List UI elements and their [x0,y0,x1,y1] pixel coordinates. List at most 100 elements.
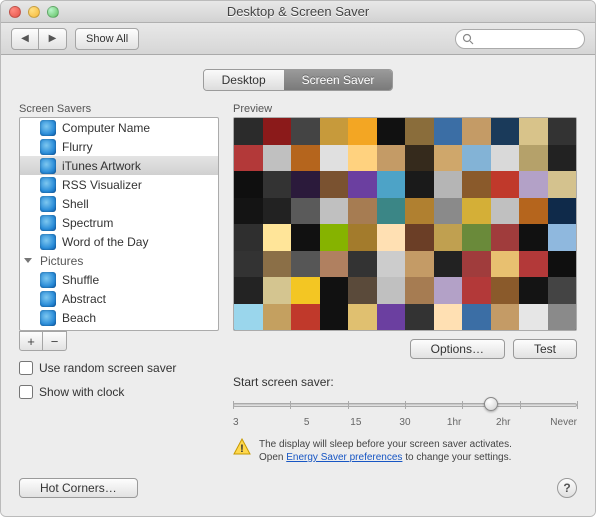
tab-desktop[interactable]: Desktop [204,70,284,90]
album-thumb [434,304,463,331]
album-thumb [548,145,577,172]
album-thumb [234,171,263,198]
list-item[interactable]: Beach [20,308,218,327]
album-thumb [348,304,377,331]
toolbar: ◀ ▶ Show All [1,23,595,55]
list-item[interactable]: RSS Visualizer [20,175,218,194]
list-item[interactable]: Shuffle [20,270,218,289]
screensavers-header: Screen Savers [19,103,219,115]
album-thumb [519,118,548,145]
album-thumb [434,277,463,304]
album-thumb [263,304,292,331]
album-thumb [434,224,463,251]
screensaver-list[interactable]: Computer NameFlurryiTunes ArtworkRSS Vis… [19,117,219,331]
list-item[interactable]: Computer Name [20,118,218,137]
show-all-button[interactable]: Show All [75,28,139,50]
album-thumb [377,171,406,198]
close-icon[interactable] [9,6,21,18]
album-thumb [434,145,463,172]
album-thumb [548,251,577,278]
album-thumb [519,304,548,331]
album-thumb [491,251,520,278]
album-thumb [491,198,520,225]
window-title: Desktop & Screen Saver [1,4,595,19]
album-thumb [377,224,406,251]
album-thumb [548,171,577,198]
list-item[interactable]: Word of the Day [20,232,218,251]
swirl-icon [40,234,56,250]
back-button[interactable]: ◀ [11,28,39,50]
album-thumb [519,198,548,225]
album-thumb [519,171,548,198]
album-thumb [462,304,491,331]
clock-checkbox-row[interactable]: Show with clock [19,385,219,399]
start-slider[interactable] [233,395,577,415]
album-thumb [405,251,434,278]
list-item[interactable]: Shell [20,194,218,213]
album-thumb [263,224,292,251]
list-group[interactable]: Pictures [20,251,218,270]
album-thumb [405,224,434,251]
minimize-icon[interactable] [28,6,40,18]
test-button[interactable]: Test [513,339,577,359]
album-thumb [291,145,320,172]
album-thumb [491,277,520,304]
zoom-icon[interactable] [47,6,59,18]
album-thumb [348,277,377,304]
clock-checkbox[interactable] [19,385,33,399]
album-thumb [519,277,548,304]
album-thumb [263,251,292,278]
album-thumb [377,198,406,225]
hot-corners-button[interactable]: Hot Corners… [19,478,138,498]
energy-saver-link[interactable]: Energy Saver preferences [286,452,402,463]
swirl-icon [40,196,56,212]
list-item[interactable]: Abstract [20,289,218,308]
album-thumb [320,277,349,304]
album-thumb [519,251,548,278]
album-thumb [462,277,491,304]
album-thumb [519,145,548,172]
album-thumb [348,171,377,198]
search-input[interactable] [455,29,585,49]
album-thumb [320,198,349,225]
svg-text:!: ! [240,443,244,455]
album-thumb [263,277,292,304]
list-item[interactable]: Flurry [20,137,218,156]
list-item[interactable]: Spectrum [20,213,218,232]
album-thumb [462,118,491,145]
slider-thumb[interactable] [484,397,498,411]
album-thumb [491,171,520,198]
forward-button[interactable]: ▶ [39,28,67,50]
album-thumb [548,224,577,251]
tabs: Desktop Screen Saver [19,69,577,91]
clock-label: Show with clock [39,385,124,399]
album-thumb [320,145,349,172]
album-thumb [405,277,434,304]
search-icon [462,33,474,45]
titlebar: Desktop & Screen Saver [1,1,595,23]
album-thumb [320,171,349,198]
list-item[interactable]: iTunes Artwork [20,156,218,175]
album-thumb [519,224,548,251]
preview-area [233,117,577,331]
random-checkbox-row[interactable]: Use random screen saver [19,361,219,375]
album-thumb [491,145,520,172]
prefs-window: Desktop & Screen Saver ◀ ▶ Show All Desk… [0,0,596,517]
warning-icon: ! [233,438,251,456]
album-thumb [462,224,491,251]
album-thumb [548,198,577,225]
tab-screensaver[interactable]: Screen Saver [284,70,393,90]
album-thumb [291,277,320,304]
options-button[interactable]: Options… [410,339,505,359]
album-thumb [405,171,434,198]
random-checkbox[interactable] [19,361,33,375]
help-button[interactable]: ? [557,478,577,498]
remove-button[interactable]: − [43,331,67,351]
album-thumb [263,171,292,198]
album-thumb [348,145,377,172]
album-thumb [291,304,320,331]
album-thumb [405,118,434,145]
add-button[interactable]: + [19,331,43,351]
album-thumb [234,251,263,278]
album-thumb [348,224,377,251]
